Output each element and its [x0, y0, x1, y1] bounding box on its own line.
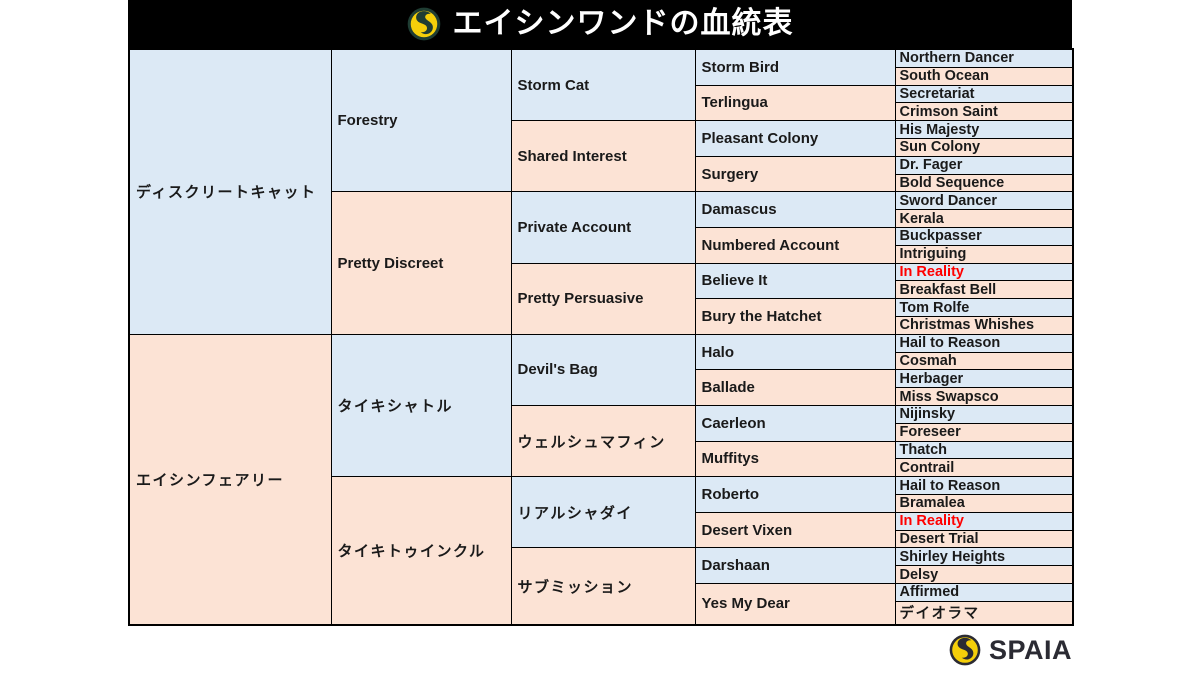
pedigree-cell-gen2-1[interactable]: Pretty Discreet	[330, 191, 512, 335]
pedigree-cell-gen5-19[interactable]: Miss Swapsco	[894, 387, 1074, 406]
pedigree-cell-gen5-9[interactable]: Kerala	[894, 209, 1074, 228]
pedigree-cell-gen4-4[interactable]: Damascus	[694, 191, 896, 228]
pedigree-cell-gen5-29[interactable]: Delsy	[894, 565, 1074, 584]
pedigree-cell-gen5-28[interactable]: Shirley Heights	[894, 547, 1074, 567]
pedigree-cell-gen4-13[interactable]: Desert Vixen	[694, 511, 896, 549]
pedigree-cell-gen4-7[interactable]: Bury the Hatchet	[694, 298, 896, 335]
pedigree-cell-gen4-5[interactable]: Numbered Account	[694, 226, 896, 264]
pedigree-cell-gen5-1[interactable]: South Ocean	[894, 66, 1074, 86]
pedigree-cell-gen4-15[interactable]: Yes My Dear	[694, 582, 896, 626]
pedigree-cell-gen3-0[interactable]: Storm Cat	[510, 48, 696, 122]
pedigree-cell-gen5-27[interactable]: Desert Trial	[894, 529, 1074, 549]
pedigree-cell-gen4-1[interactable]: Terlingua	[694, 84, 896, 122]
pedigree-cell-gen5-30[interactable]: Affirmed	[894, 582, 1074, 602]
pedigree-cell-gen5-16[interactable]: Hail to Reason	[894, 333, 1074, 353]
pedigree-cell-gen5-20[interactable]: Nijinsky	[894, 404, 1074, 424]
pedigree-cell-gen1-sire[interactable]: ディスクリートキャット	[128, 48, 332, 335]
pedigree-cell-gen4-6[interactable]: Believe It	[694, 262, 896, 300]
table-row: エイシンフェアリー タイキシャトル Devil's Bag Halo Hail …	[128, 333, 1074, 626]
spaia-footer-brand: SPAIA	[949, 634, 1072, 666]
pedigree-cell-gen5-21[interactable]: Foreseer	[894, 422, 1074, 442]
pedigree-cell-gen5-7[interactable]: Bold Sequence	[894, 173, 1074, 193]
pedigree-cell-gen5-14[interactable]: Tom Rolfe	[894, 298, 1074, 317]
pedigree-cell-gen5-10[interactable]: Buckpasser	[894, 226, 1074, 246]
pedigree-cell-gen1-dam[interactable]: エイシンフェアリー	[128, 333, 332, 626]
pedigree-cell-gen3-5[interactable]: ウェルシュマフィン	[510, 404, 696, 478]
pedigree-cell-gen2-0[interactable]: Forestry	[330, 48, 512, 193]
pedigree-cell-gen5-26[interactable]: In Reality	[894, 511, 1074, 531]
pedigree-cell-gen3-1[interactable]: Shared Interest	[510, 120, 696, 193]
pedigree-cell-gen5-0[interactable]: Northern Dancer	[894, 48, 1074, 68]
pedigree-cell-gen4-9[interactable]: Ballade	[694, 369, 896, 406]
pedigree-cell-gen3-7[interactable]: サブミッション	[510, 547, 696, 626]
spaia-swirl-logo-icon	[407, 7, 440, 41]
pedigree-cell-gen4-0[interactable]: Storm Bird	[694, 48, 896, 86]
pedigree-cell-gen5-22[interactable]: Thatch	[894, 440, 1074, 460]
pedigree-table: ディスクリートキャット Forestry Storm Cat Storm Bir…	[128, 48, 1074, 626]
pedigree-cell-gen5-31[interactable]: デイオラマ	[894, 600, 1074, 626]
pedigree-cell-gen5-2[interactable]: Secretariat	[894, 84, 1074, 104]
pedigree-cell-gen5-12[interactable]: In Reality	[894, 262, 1074, 282]
spaia-wordmark: SPAIA	[988, 634, 1072, 665]
pedigree-cell-gen4-14[interactable]: Darshaan	[694, 547, 896, 584]
table-row: ディスクリートキャット Forestry Storm Cat Storm Bir…	[128, 48, 1074, 335]
pedigree-cell-gen5-18[interactable]: Herbager	[894, 369, 1074, 389]
pedigree-cell-gen4-3[interactable]: Surgery	[694, 155, 896, 193]
pedigree-cell-gen5-25[interactable]: Bramalea	[894, 493, 1074, 513]
pedigree-cell-gen5-5[interactable]: Sun Colony	[894, 138, 1074, 157]
pedigree-cell-gen5-13[interactable]: Breakfast Bell	[894, 280, 1074, 300]
pedigree-cell-gen2-2[interactable]: タイキシャトル	[330, 333, 512, 478]
pedigree-cell-gen5-3[interactable]: Crimson Saint	[894, 102, 1074, 122]
pedigree-cell-gen5-24[interactable]: Hail to Reason	[894, 476, 1074, 495]
pedigree-cell-gen3-3[interactable]: Pretty Persuasive	[510, 262, 696, 335]
pedigree-page: エイシンワンドの血統表 ディスクリートキャット Forestry Storm C…	[0, 0, 1200, 674]
page-title-bar: エイシンワンドの血統表	[128, 0, 1072, 48]
pedigree-cell-gen4-2[interactable]: Pleasant Colony	[694, 120, 896, 157]
pedigree-cell-gen3-2[interactable]: Private Account	[510, 191, 696, 264]
pedigree-cell-gen4-11[interactable]: Muffitys	[694, 440, 896, 478]
pedigree-cell-gen4-12[interactable]: Roberto	[694, 476, 896, 513]
pedigree-cell-gen4-8[interactable]: Halo	[694, 333, 896, 371]
pedigree-cell-gen4-10[interactable]: Caerleon	[694, 404, 896, 442]
pedigree-cell-gen5-4[interactable]: His Majesty	[894, 120, 1074, 139]
page-title: エイシンワンドの血統表	[452, 7, 794, 40]
pedigree-cell-gen5-6[interactable]: Dr. Fager	[894, 155, 1074, 175]
pedigree-cell-gen5-8[interactable]: Sword Dancer	[894, 191, 1074, 211]
pedigree-cell-gen5-23[interactable]: Contrail	[894, 458, 1074, 478]
pedigree-cell-gen5-11[interactable]: Intriguing	[894, 244, 1074, 264]
spaia-swirl-logo-icon	[949, 634, 981, 666]
pedigree-cell-gen3-6[interactable]: リアルシャダイ	[510, 476, 696, 549]
pedigree-cell-gen5-17[interactable]: Cosmah	[894, 351, 1074, 371]
pedigree-cell-gen5-15[interactable]: Christmas Whishes	[894, 315, 1074, 335]
pedigree-cell-gen2-3[interactable]: タイキトゥインクル	[330, 476, 512, 626]
pedigree-cell-gen3-4[interactable]: Devil's Bag	[510, 333, 696, 406]
